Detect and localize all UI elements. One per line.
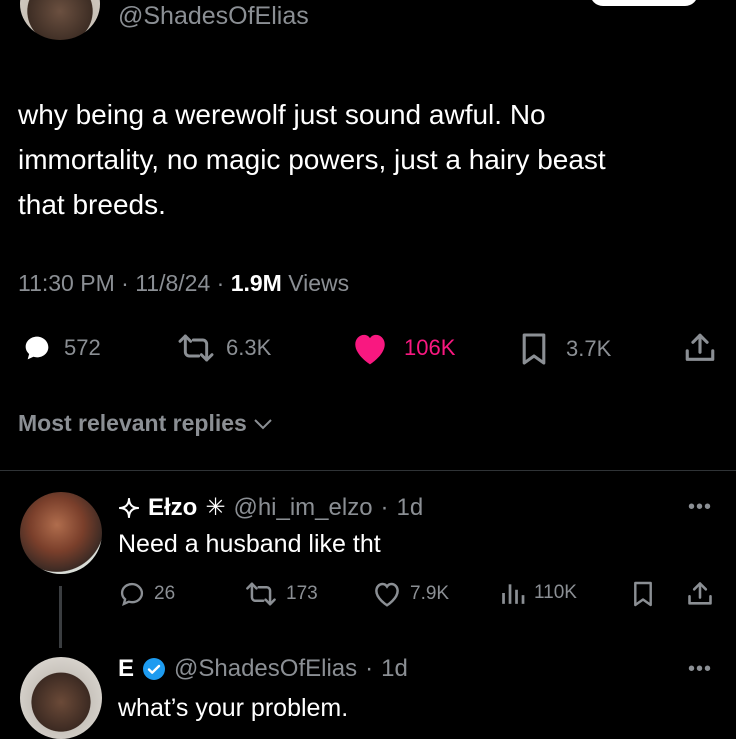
bookmark-icon[interactable] bbox=[632, 580, 654, 608]
tweet-time[interactable]: 11:30 PM bbox=[18, 270, 115, 296]
bookmark-button[interactable]: 3.7K bbox=[520, 332, 611, 366]
tweet-text: why being a werewolf just sound awful. N… bbox=[18, 92, 718, 227]
reply-age[interactable]: 1d bbox=[381, 655, 408, 683]
repost-button[interactable]: 6.3K bbox=[176, 332, 271, 364]
reply-repost-button[interactable]: 173 bbox=[244, 580, 318, 608]
tweet-date[interactable]: 11/8/24 bbox=[135, 270, 210, 296]
share-icon[interactable] bbox=[683, 331, 717, 365]
repost-icon bbox=[176, 332, 216, 364]
reply-like-button[interactable]: 7.9K bbox=[372, 580, 449, 608]
chevron-down-icon bbox=[253, 417, 273, 431]
reply-author-handle[interactable]: @ShadesOfElias bbox=[174, 655, 357, 683]
bookmark-icon bbox=[520, 332, 548, 366]
tweet-text-line: why being a werewolf just sound awful. N… bbox=[18, 99, 546, 130]
heart-icon bbox=[372, 580, 402, 608]
reply-header: Ełzo ✳ @hi_im_elzo · 1d bbox=[118, 493, 423, 522]
reply-avatar[interactable] bbox=[20, 657, 102, 739]
more-icon[interactable]: ••• bbox=[688, 496, 712, 519]
reply-views-count: 110K bbox=[534, 582, 577, 603]
reply-thread-line bbox=[59, 586, 62, 648]
reply-repost-count: 173 bbox=[286, 583, 318, 604]
reply-author-name[interactable]: E bbox=[118, 655, 134, 683]
share-icon[interactable] bbox=[686, 580, 714, 608]
author-avatar[interactable] bbox=[20, 0, 100, 40]
like-button[interactable]: 106K bbox=[350, 330, 455, 366]
reply-like-count: 7.9K bbox=[410, 583, 450, 604]
tweet-meta: 11:30 PM · 11/8/24 · 1.9M Views bbox=[18, 270, 350, 296]
views-count: 1.9M bbox=[230, 270, 282, 296]
views-label: Views bbox=[288, 270, 350, 296]
reply-text: what’s your problem. bbox=[118, 694, 349, 722]
reply-reply-count: 26 bbox=[154, 583, 176, 604]
divider bbox=[0, 470, 736, 471]
author-handle[interactable]: @ShadesOfElias bbox=[118, 2, 309, 31]
tweet-text-line: immortality, no magic powers, just a hai… bbox=[18, 144, 606, 175]
reply-button[interactable]: 572 bbox=[20, 332, 101, 364]
reply-reply-button[interactable]: 26 bbox=[118, 580, 175, 608]
repost-count: 6.3K bbox=[226, 335, 272, 360]
reply-author-name[interactable]: Ełzo bbox=[148, 494, 197, 522]
heart-icon bbox=[350, 330, 390, 366]
reply-avatar[interactable] bbox=[20, 492, 102, 574]
verified-icon bbox=[142, 657, 166, 681]
more-icon[interactable]: ••• bbox=[688, 658, 712, 681]
reply-icon bbox=[118, 580, 146, 608]
reply-views-button[interactable]: 110K bbox=[500, 580, 577, 606]
sparkle-icon bbox=[118, 497, 140, 519]
bookmark-count: 3.7K bbox=[566, 336, 612, 361]
tweet-text-line: that breeds. bbox=[18, 189, 166, 220]
like-count: 106K bbox=[404, 335, 456, 360]
replies-filter-label: Most relevant replies bbox=[18, 410, 247, 436]
repost-icon bbox=[244, 580, 278, 608]
follow-button[interactable] bbox=[590, 0, 698, 6]
reply-icon bbox=[20, 332, 54, 364]
reply-count: 572 bbox=[64, 335, 101, 360]
reply-age[interactable]: 1d bbox=[397, 494, 424, 522]
reply-text: Need a husband like tht bbox=[118, 530, 381, 558]
reply-header: E @ShadesOfElias · 1d bbox=[118, 655, 408, 683]
reply-author-handle[interactable]: @hi_im_elzo bbox=[233, 494, 372, 522]
replies-filter[interactable]: Most relevant replies bbox=[18, 410, 273, 437]
views-icon bbox=[500, 580, 526, 606]
asterisk-icon: ✳ bbox=[205, 494, 226, 521]
